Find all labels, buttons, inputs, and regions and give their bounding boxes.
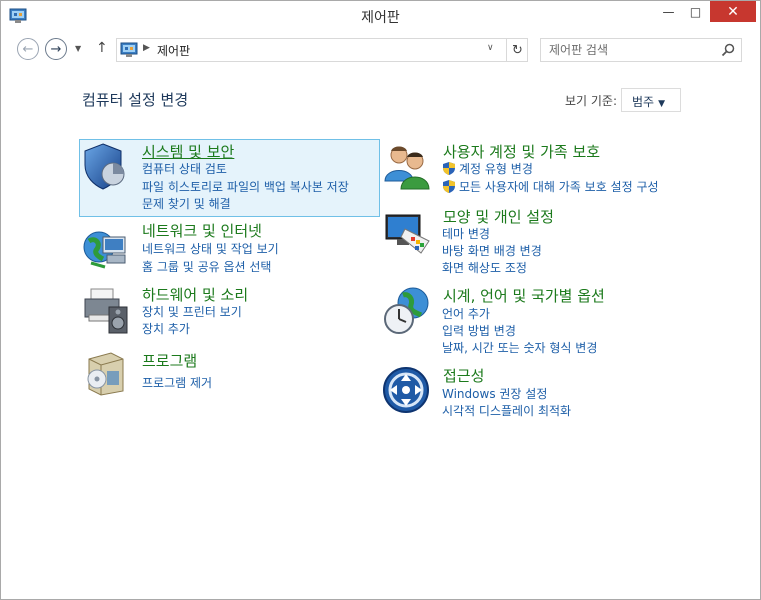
- users-icon[interactable]: [383, 141, 433, 191]
- shield-pie-icon[interactable]: [81, 141, 131, 191]
- category-link[interactable]: 프로그램 제거: [142, 374, 212, 391]
- category-title[interactable]: 시스템 및 보안: [142, 141, 234, 162]
- arrow-up-icon: ↑: [96, 40, 108, 56]
- minimize-button[interactable]: —: [655, 1, 682, 22]
- view-by-label: 보기 기준:: [565, 94, 618, 108]
- category-link[interactable]: 시각적 디스플레이 최적화: [442, 402, 571, 419]
- forward-button[interactable]: →: [45, 38, 67, 60]
- category-link-label: 계정 유형 변경: [459, 162, 533, 176]
- uac-shield-icon: [443, 180, 455, 193]
- view-by-dropdown[interactable]: 범주 ▼: [621, 88, 681, 112]
- breadcrumb-separator-icon[interactable]: ▶: [143, 43, 150, 53]
- recent-locations-dropdown[interactable]: ▼: [75, 44, 81, 53]
- category-link[interactable]: 테마 변경: [442, 225, 490, 242]
- category-link[interactable]: 언어 추가: [442, 305, 490, 322]
- control-panel-window: 제어판 — □ ✕ ← → ▼ ↑ ▶ 제어판 ∨ ↻ 제어판 검색 컴퓨터 설…: [0, 0, 761, 600]
- maximize-button[interactable]: □: [682, 1, 709, 22]
- navigation-bar: ← → ▼ ↑ ▶ 제어판 ∨ ↻: [1, 35, 760, 65]
- window-title: 제어판: [361, 10, 400, 26]
- chevron-down-icon[interactable]: ∨: [487, 43, 494, 53]
- up-button[interactable]: ↑: [96, 40, 108, 56]
- category-title[interactable]: 시계, 언어 및 국가별 옵션: [443, 285, 605, 306]
- category-link[interactable]: 계정 유형 변경: [442, 160, 533, 177]
- page-title: 컴퓨터 설정 변경: [82, 91, 189, 109]
- category-link[interactable]: 장치 추가: [142, 320, 190, 337]
- search-box[interactable]: [540, 38, 742, 62]
- category-title[interactable]: 프로그램: [142, 350, 197, 371]
- search-icon[interactable]: [721, 43, 735, 57]
- arrow-left-icon: ←: [22, 41, 34, 57]
- category-title[interactable]: 모양 및 개인 설정: [443, 206, 554, 227]
- category-title[interactable]: 접근성: [443, 365, 484, 386]
- refresh-button[interactable]: ↻: [506, 39, 528, 61]
- category-link[interactable]: 네트워크 상태 및 작업 보기: [142, 240, 279, 257]
- breadcrumb[interactable]: 제어판: [157, 42, 190, 59]
- category-link[interactable]: 날짜, 시간 또는 숫자 형식 변경: [442, 339, 597, 356]
- close-button[interactable]: ✕: [710, 1, 756, 22]
- address-bar[interactable]: ▶ 제어판 ∨ ↻: [116, 38, 528, 62]
- category-link[interactable]: Windows 권장 설정: [442, 385, 547, 402]
- printer-speaker-icon[interactable]: [81, 285, 131, 335]
- category-link[interactable]: 홈 그룹 및 공유 옵션 선택: [142, 258, 271, 275]
- category-link[interactable]: 문제 찾기 및 해결: [142, 195, 231, 212]
- arrow-right-icon: →: [50, 41, 62, 57]
- category-link[interactable]: 컴퓨터 상태 검토: [142, 160, 227, 177]
- back-button[interactable]: ←: [17, 38, 39, 60]
- clock-globe-icon[interactable]: [383, 285, 433, 335]
- category-title[interactable]: 사용자 계정 및 가족 보호: [443, 141, 600, 162]
- uac-shield-icon: [443, 162, 455, 175]
- category-link-label: 모든 사용자에 대해 가족 보호 설정 구성: [459, 180, 659, 194]
- category-title[interactable]: 네트워크 및 인터넷: [142, 220, 262, 241]
- programs-box-icon[interactable]: [81, 347, 131, 397]
- title-bar: 제어판 — □ ✕: [1, 1, 760, 31]
- category-link[interactable]: 파일 히스토리로 파일의 백업 복사본 저장: [142, 178, 349, 195]
- category-title[interactable]: 하드웨어 및 소리: [142, 284, 248, 305]
- control-panel-icon: [120, 42, 138, 57]
- category-link[interactable]: 장치 및 프린터 보기: [142, 303, 242, 320]
- refresh-icon: ↻: [512, 42, 523, 58]
- category-link[interactable]: 화면 해상도 조정: [442, 259, 527, 276]
- category-link[interactable]: 모든 사용자에 대해 가족 보호 설정 구성: [442, 178, 659, 195]
- monitor-palette-icon[interactable]: [383, 207, 433, 257]
- network-globe-icon[interactable]: [81, 223, 131, 273]
- search-input[interactable]: [541, 39, 716, 61]
- caret-down-icon: ▼: [658, 99, 666, 109]
- category-link[interactable]: 입력 방법 변경: [442, 322, 516, 339]
- view-by-value: 범주: [632, 95, 655, 109]
- category-link[interactable]: 바탕 화면 배경 변경: [442, 242, 542, 259]
- ease-of-access-icon[interactable]: [381, 365, 431, 415]
